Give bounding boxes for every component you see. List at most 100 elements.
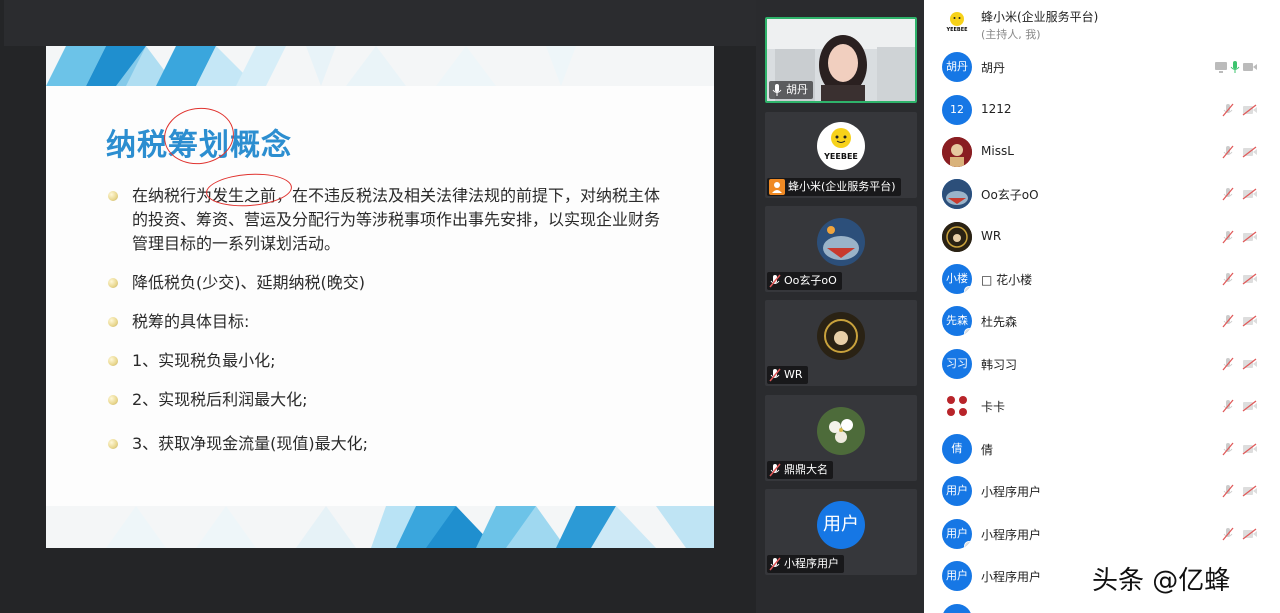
participant-name: 倩 [981,443,994,457]
bullet-text: 1、实现税负最小化; [132,351,276,370]
flower-avatar-image [817,407,865,455]
logo-text: YEEBEE [824,152,858,161]
meeting-window: 纳税筹划概念 在纳税行为发生之前，在不违反税法及相关法律法规的前提下，对纳税主体… [0,0,1280,613]
participant-status [1214,59,1258,75]
video-tile[interactable]: 鼎鼎大名 [765,395,917,481]
video-tile[interactable]: Oo玄子oO [765,206,917,292]
tile-name-label: 小程序用户 [767,555,844,573]
video-tile-active-speaker[interactable]: 胡丹 [765,17,917,103]
participant-avatar [942,391,972,421]
logo-text: YEEBEE [946,27,968,33]
bullet-text-circled: 发生之前 [212,186,277,205]
tile-name-text: Oo玄子oO [784,274,837,287]
host-role: (主持人, 我) [981,28,1041,41]
avatar-text: 倩 [951,442,963,455]
participant-avatar [817,218,865,266]
bullet-dot-icon [108,439,118,449]
microphone-muted-icon [1222,103,1234,117]
bullet-item: 2、实现税后利润最大化; [104,388,664,412]
host-avatar: YEEBEE [942,8,972,38]
participant-status [1214,526,1258,542]
participant-list-panel: YEEBEE 蜂小米(企业服务平台) (主持人, 我) 胡丹 胡丹 12 121… [924,0,1280,613]
tile-name-label: 蜂小米(企业服务平台) [767,178,901,196]
microphone-muted-icon [1222,272,1234,286]
participant-status [1214,186,1258,202]
camera-off-icon [1242,104,1257,116]
participant-name: WR [981,229,1002,243]
watermark-text: 头条 @亿蜂 [1092,566,1231,596]
participant-name: 小程序用户 [981,485,1042,499]
bee-logo-icon [831,128,851,148]
participant-avatar [942,222,972,252]
participant-row[interactable]: 胡丹 胡丹 [924,46,1280,88]
microphone-muted-icon [1222,230,1234,244]
microphone-muted-icon [769,557,781,571]
bullet-text: 2、实现税后利润最大化; [132,390,308,409]
participant-avatar: 倩 [942,434,972,464]
participant-row[interactable]: 先森 杜先森 [924,300,1280,342]
participant-status [1214,313,1258,329]
camera-off-icon [1242,188,1257,200]
participant-row[interactable]: 12 1212 [924,89,1280,131]
participant-row[interactable]: 用户 小程序用户 [924,513,1280,555]
avatar-text: 先森 [946,314,968,327]
participant-name: Oo玄子oO [981,188,1039,202]
bullet-item: 降低税负(少交)、延期纳税(晚交) [104,271,664,295]
participant-avatar [942,179,972,209]
participant-row-host[interactable]: YEEBEE 蜂小米(企业服务平台) (主持人, 我) [924,0,1280,42]
device-badge-icon [964,328,972,336]
host-name: 蜂小米(企业服务平台) [981,10,1099,24]
tile-name-text: 蜂小米(企业服务平台) [788,180,896,193]
microphone-muted-icon [769,368,781,382]
bullet-dot-icon [108,191,118,201]
microphone-icon [772,84,782,96]
participant-row[interactable]: MissL [924,131,1280,173]
avatar-text: 小楼 [946,272,968,285]
participant-row[interactable]: WR [924,216,1280,258]
participant-status [1214,483,1258,499]
participant-avatar: 小楼 [942,264,972,294]
participant-avatar: 胡丹 [942,52,972,82]
participant-name: 1212 [981,102,1012,116]
tile-name-text: 小程序用户 [784,557,839,570]
participant-row[interactable]: 倩 倩 [924,428,1280,470]
portrait-avatar-image [942,137,972,167]
participant-name: 胡丹 [981,61,1006,75]
participant-row[interactable]: 小楼 □ 花小楼 [924,258,1280,300]
tile-name-label: 胡丹 [769,81,813,99]
device-badge-icon [964,541,972,549]
participant-row[interactable]: 卡卡 [924,385,1280,427]
participant-avatar [942,604,972,613]
bullet-dot-icon [108,278,118,288]
tile-name-label: WR [767,366,808,384]
video-tile[interactable]: 用户 小程序用户 [765,489,917,575]
video-tile[interactable]: WR [765,300,917,386]
bullet-text: 降低税负(少交)、延期纳税(晚交) [132,273,365,292]
video-tile-strip: 胡丹 YEEBEE 蜂小米(企业服务平台) Oo玄子oO WR 鼎鼎大名 用户 … [756,0,924,613]
microphone-muted-icon [1222,527,1234,541]
camera-off-icon [1242,400,1257,412]
microphone-muted-icon [1222,357,1234,371]
microphone-muted-icon [1222,399,1234,413]
bullet-text: 3、获取净现金流量(现值)最大化; [132,434,369,453]
participant-avatar: 习习 [942,349,972,379]
video-tile[interactable]: YEEBEE 蜂小米(企业服务平台) [765,112,917,198]
tile-name-text: 鼎鼎大名 [784,463,828,476]
participant-avatar: 12 [942,95,972,125]
bullet-dot-icon [108,317,118,327]
participant-row[interactable]: Oo玄子oO [924,173,1280,215]
shark-avatar-image [817,218,865,266]
participant-status [1214,229,1258,245]
bullet-item: 3、获取净现金流量(现值)最大化; [104,432,664,456]
avatar-text: 用户 [946,527,968,540]
participant-row[interactable]: 习习 韩习习 [924,343,1280,385]
participant-row[interactable]: 用户 小程序用户 [924,470,1280,512]
camera-off-icon [1242,528,1257,540]
participant-name: 杜先森 [981,315,1018,329]
avatar-text: 习习 [946,357,968,370]
shark-avatar-image [942,179,972,209]
participant-row-partial[interactable] [924,598,1280,613]
slide-title-circled: 筹划 [168,128,230,163]
microphone-muted-icon [769,463,781,477]
bullet-item: 税筹的具体目标: [104,310,664,334]
